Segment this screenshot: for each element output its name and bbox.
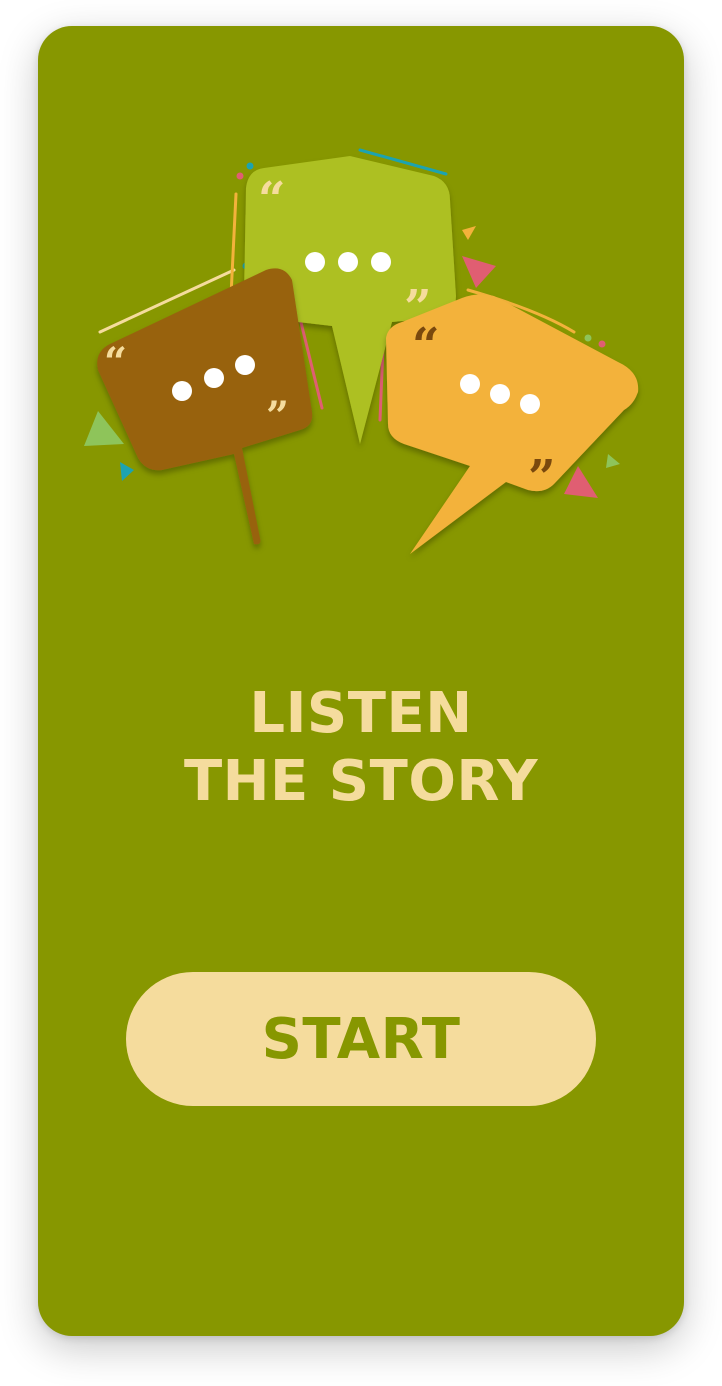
svg-text:”: ” <box>266 393 289 440</box>
orange-speech-bubble: “ ” <box>386 294 639 554</box>
svg-text:“: “ <box>258 172 286 228</box>
speech-bubbles-illustration: “ ” “ ” “ ” <box>84 148 639 554</box>
app-screen: “ ” “ ” “ ” LISTEN THE STORY START <box>38 26 684 1336</box>
page-title: LISTEN THE STORY <box>38 680 684 816</box>
svg-text:”: ” <box>528 450 556 506</box>
title-line-2: THE STORY <box>183 749 539 814</box>
brown-speech-bubble: “ ” <box>97 268 313 545</box>
title-line-1: LISTEN <box>249 681 473 746</box>
start-button[interactable]: START <box>126 972 596 1106</box>
svg-text:“: “ <box>104 339 127 386</box>
svg-text:“: “ <box>412 318 440 374</box>
